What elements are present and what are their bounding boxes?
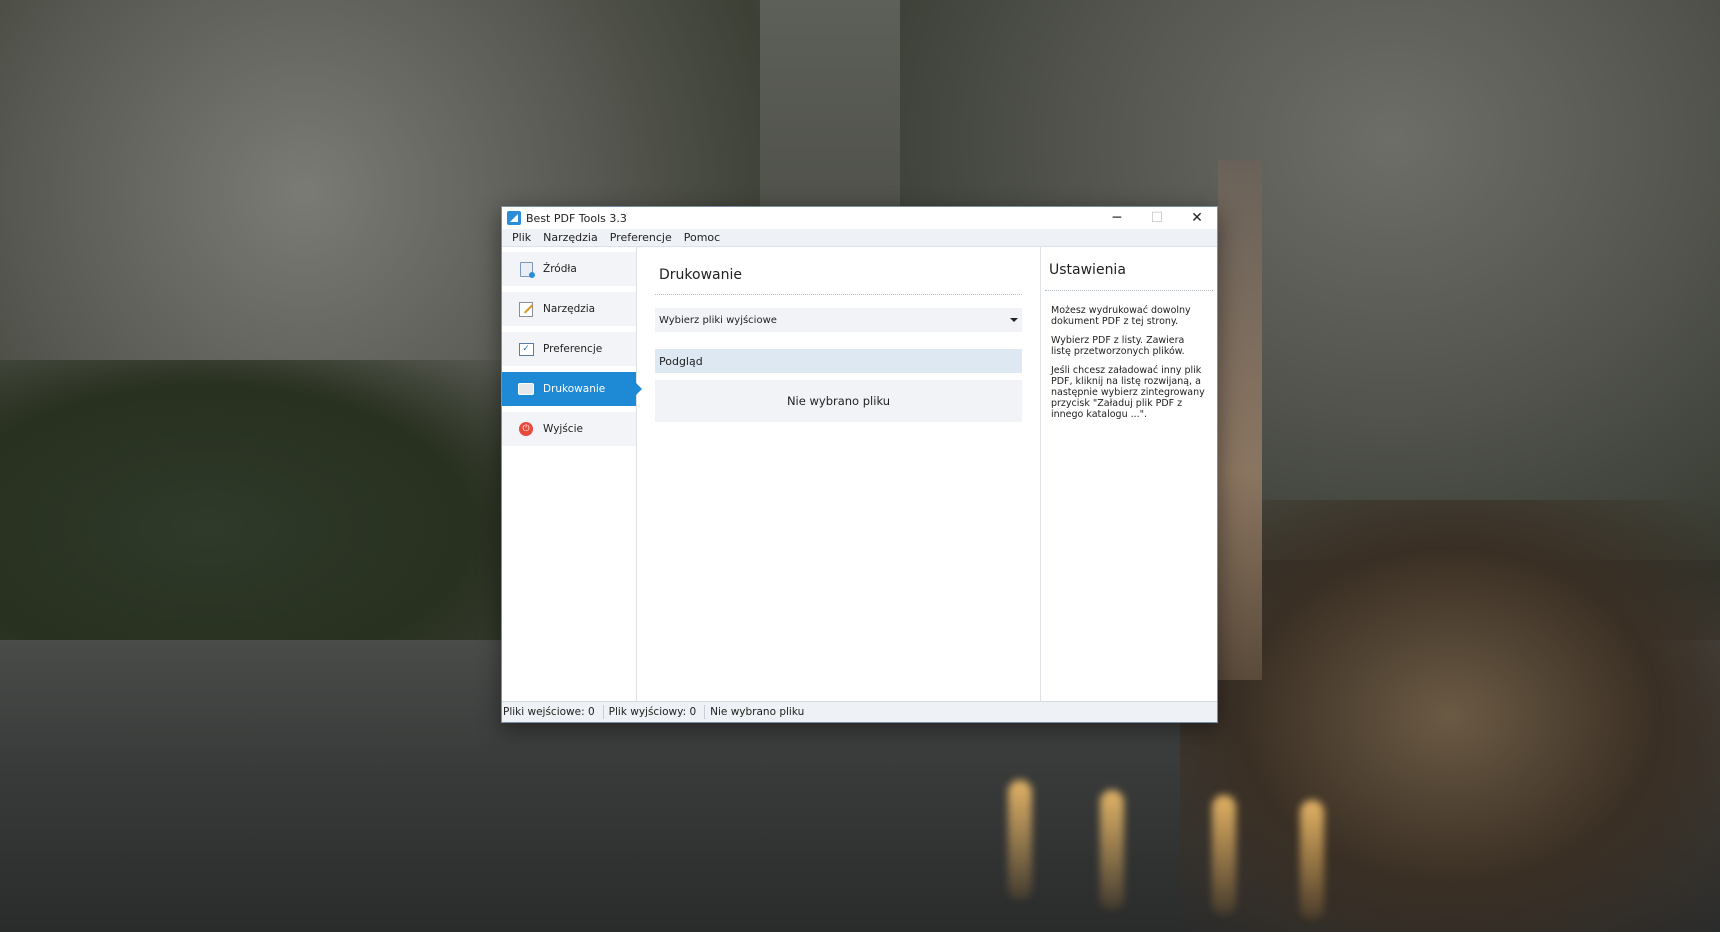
menu-pomoc[interactable]: Pomoc [678, 231, 726, 244]
maximize-button[interactable]: ☐ [1137, 207, 1177, 229]
settings-help-text: Możesz wydrukować dowolny dokument PDF z… [1051, 305, 1207, 428]
menu-bar: Plik Narzędzia Preferencje Pomoc [502, 229, 1217, 247]
sidebar-item-label: Preferencje [543, 343, 603, 355]
preferences-icon: ✓ [518, 341, 534, 357]
preview-message: Nie wybrano pliku [786, 394, 891, 408]
exit-icon: ⏻ [518, 421, 534, 437]
help-paragraph: Jeśli chcesz załadować inny plik PDF, kl… [1051, 365, 1205, 420]
select-value: Wybierz pliki wyjściowe [659, 314, 777, 326]
help-paragraph: Wybierz PDF z listy. Zawiera listę przet… [1051, 335, 1185, 357]
wallpaper-light [1212, 795, 1236, 915]
sidebar-item-label: Narzędzia [543, 303, 596, 315]
sidebar-item-tools[interactable]: Narzędzia [502, 292, 636, 326]
window-title: Best PDF Tools 3.3 [526, 211, 627, 225]
wallpaper-light [1100, 790, 1124, 910]
status-bar: Pliki wejściowe: 0 Plik wyjściowy: 0 Nie… [502, 701, 1217, 722]
tools-icon [518, 301, 534, 317]
sidebar-item-printing[interactable]: Drukowanie [502, 372, 636, 406]
status-output-file: Plik wyjściowy: 0 [608, 705, 706, 719]
wallpaper-light [1300, 800, 1324, 920]
sidebar-item-exit[interactable]: ⏻ Wyjście [502, 412, 636, 446]
sidebar-item-label: Wyjście [543, 423, 583, 435]
sidebar-item-label: Drukowanie [543, 383, 606, 395]
page-title: Drukowanie [659, 267, 742, 283]
divider [1045, 290, 1213, 291]
preview-area: Nie wybrano pliku [655, 380, 1022, 422]
preview-header: Podgląd [655, 349, 1022, 373]
app-window: Best PDF Tools 3.3 ─ ☐ ✕ Plik Narzędzia … [501, 206, 1218, 723]
main-panel: Drukowanie Wybierz pliki wyjściowe Podgl… [637, 247, 1041, 702]
title-bar[interactable]: Best PDF Tools 3.3 ─ ☐ ✕ [502, 207, 1217, 229]
sidebar: Źródła Narzędzia ✓ Preferencje Drukowani… [502, 247, 637, 702]
settings-title: Ustawienia [1049, 262, 1126, 278]
wallpaper-forest [0, 360, 520, 640]
sidebar-item-sources[interactable]: Źródła [502, 252, 636, 286]
output-files-select[interactable]: Wybierz pliki wyjściowe [655, 308, 1022, 332]
close-button[interactable]: ✕ [1177, 207, 1217, 229]
app-logo-icon [507, 211, 521, 225]
chevron-down-icon[interactable] [1010, 318, 1018, 322]
status-input-files: Pliki wejściowe: 0 [502, 705, 604, 719]
source-icon [518, 261, 535, 278]
window-body: Źródła Narzędzia ✓ Preferencje Drukowani… [502, 247, 1217, 702]
sidebar-item-label: Źródła [543, 263, 577, 275]
wallpaper-church-tower [1218, 160, 1262, 680]
menu-narzedzia[interactable]: Narzędzia [537, 231, 604, 244]
menu-plik[interactable]: Plik [506, 231, 537, 244]
sidebar-item-preferences[interactable]: ✓ Preferencje [502, 332, 636, 366]
minimize-button[interactable]: ─ [1097, 207, 1137, 229]
printer-icon [518, 381, 534, 397]
help-paragraph: Możesz wydrukować dowolny dokument PDF z… [1051, 305, 1191, 327]
divider [655, 294, 1022, 295]
menu-preferencje[interactable]: Preferencje [604, 231, 678, 244]
status-selected-file: Nie wybrano pliku [710, 706, 805, 718]
wallpaper-light [1008, 780, 1032, 900]
settings-panel: Ustawienia Możesz wydrukować dowolny dok… [1041, 247, 1217, 702]
